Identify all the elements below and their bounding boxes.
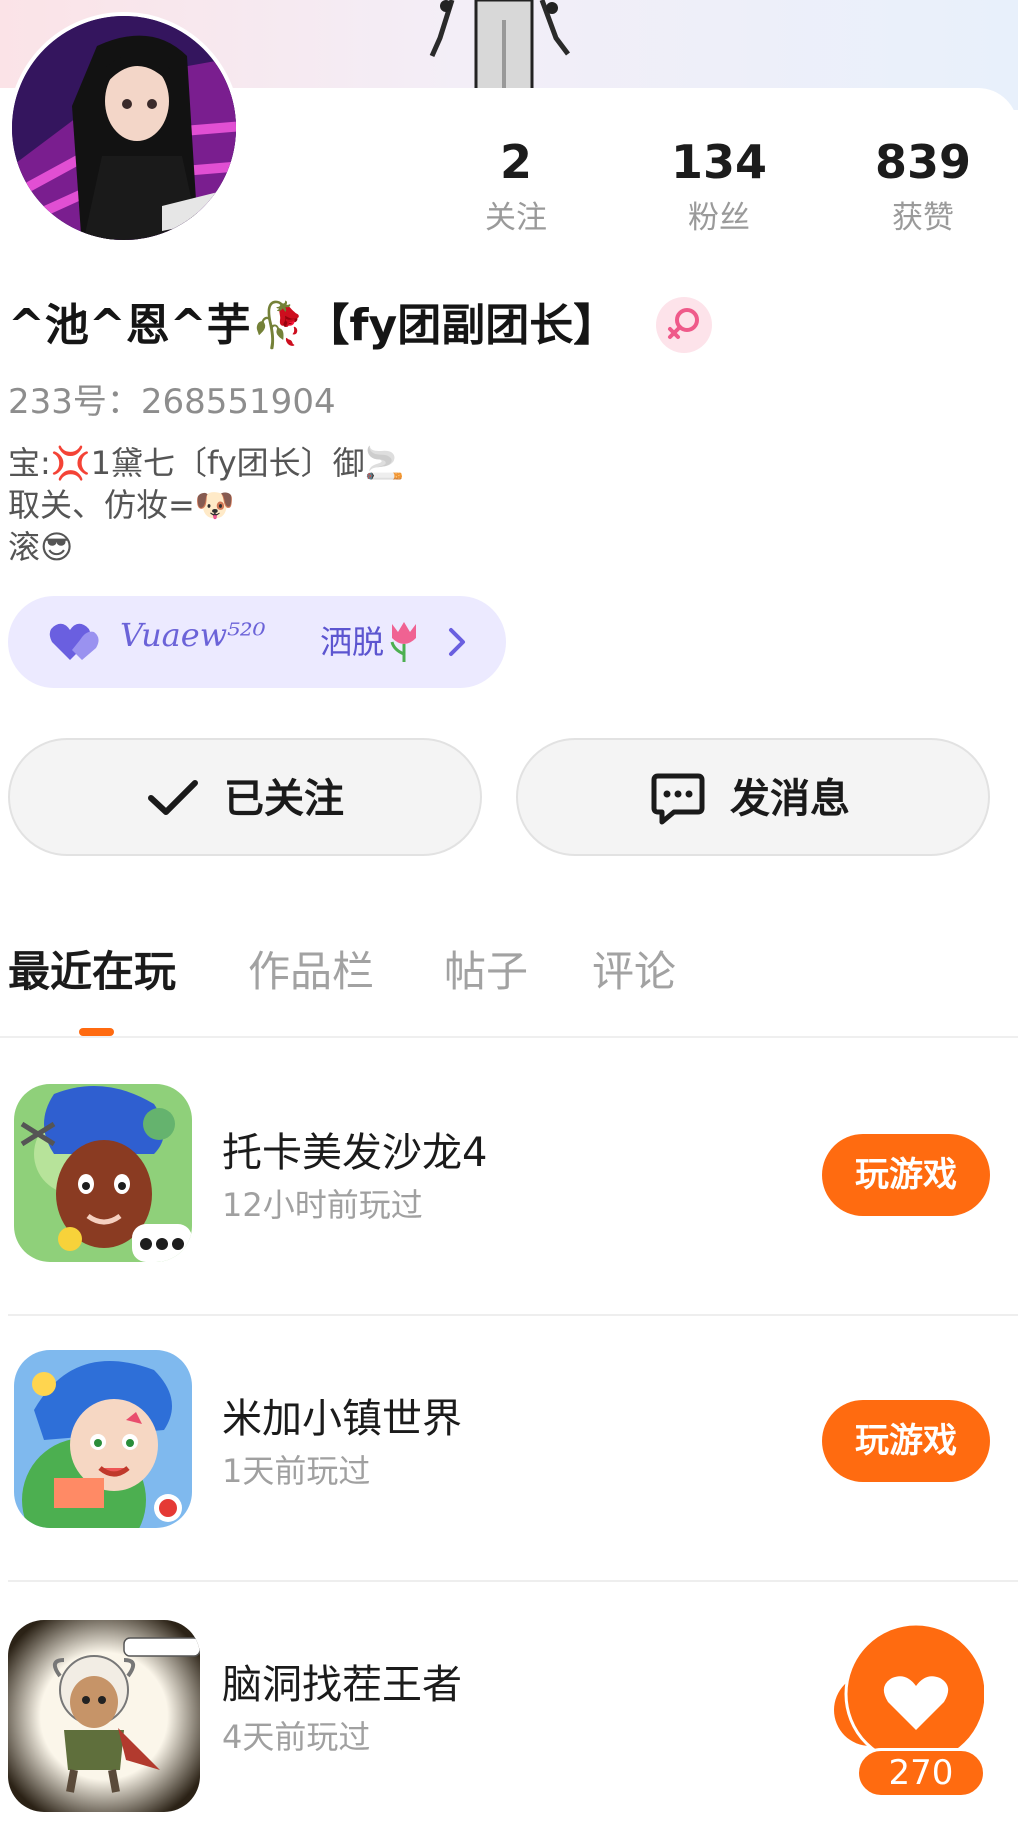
profile-tabs: 最近在玩 作品栏 帖子 评论 [0,944,1018,1038]
cover-figure-illustration [429,0,570,90]
followed-button-label: 已关注 [224,776,344,822]
like-count: 270 [856,1748,986,1798]
user-id: 233号：268551904 [8,382,336,422]
game-icon-brain-spot-difference[interactable] [8,1620,200,1812]
followed-button[interactable]: 已关注 [8,738,482,856]
likes-label: 获赞 [892,200,954,236]
followers-count: 134 [670,135,768,189]
game-icon-miga-town[interactable] [14,1350,192,1528]
game-list-item[interactable]: 米加小镇世界 1天前玩过 玩游戏 [8,1316,1018,1582]
following-stat[interactable]: 2 关注 [441,134,591,240]
couple-badge-text: 洒脱 [320,623,385,661]
send-message-button[interactable]: 发消息 [516,738,990,856]
game-name: 米加小镇世界 [222,1396,462,1442]
bio-line: 宝:💢1黛七〔fy团长〕御🚬 [8,444,405,482]
send-message-label: 发消息 [730,776,850,822]
following-label: 关注 [485,200,547,236]
following-count: 2 [499,135,532,189]
relationship-badge[interactable]: Vuaew⁵²⁰ 洒脱 [8,596,506,688]
couple-signature: Vuaew⁵²⁰ [120,616,266,654]
game-icon-toca-hair-salon[interactable] [14,1084,192,1262]
game-name: 脑洞找茬王者 [222,1662,462,1708]
active-tab-indicator [79,1028,114,1036]
female-symbol-icon [656,297,712,353]
game-name: 托卡美发沙龙4 [222,1130,488,1176]
like-button[interactable]: 270 [822,1622,986,1802]
followers-stat[interactable]: 134 粉丝 [644,134,794,240]
user-nickname: ^池^恩^芋🥀【fy团副团长】 [8,300,618,351]
game-list-item[interactable]: 托卡美发沙龙4 12小时前玩过 玩游戏 [8,1050,1018,1316]
game-last-played: 4天前玩过 [222,1718,371,1756]
tab-works[interactable]: 作品栏 [248,944,374,1000]
checkmark-icon [148,780,198,815]
tab-recently-played[interactable]: 最近在玩 [8,944,176,1000]
chevron-right-icon [449,628,465,656]
bio-line: 取关、仿妆=🐶 [8,486,235,524]
play-game-button[interactable]: 玩游戏 [822,1134,990,1216]
tab-comments[interactable]: 评论 [592,944,676,1000]
game-last-played: 1天前玩过 [222,1452,371,1490]
profile-stats: 2 关注 134 粉丝 839 获赞 [0,134,1018,244]
chat-bubble-icon [651,773,705,825]
followers-label: 粉丝 [688,200,750,236]
likes-count: 839 [874,135,972,189]
bio-line: 滚😎 [8,528,74,566]
likes-stat[interactable]: 839 获赞 [848,134,998,240]
game-last-played: 12小时前玩过 [222,1186,423,1224]
user-bio: 宝:💢1黛七〔fy团长〕御🚬 取关、仿妆=🐶 滚😎 [8,442,404,568]
tab-posts[interactable]: 帖子 [444,944,528,1000]
double-heart-icon [49,623,99,660]
play-game-button[interactable]: 玩游戏 [822,1400,990,1482]
tulip-icon [390,622,416,662]
